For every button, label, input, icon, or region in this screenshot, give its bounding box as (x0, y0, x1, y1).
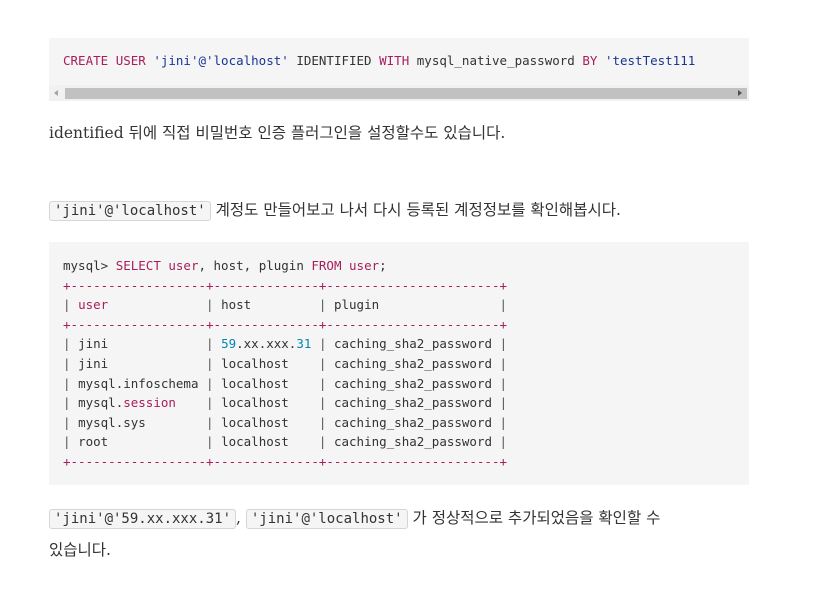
result-table: +------------------+--------------+-----… (63, 278, 507, 469)
table-pipe: | (63, 434, 79, 450)
table-cell: localhost (221, 434, 319, 450)
table-cell: mysql. (78, 395, 124, 411)
paragraph: 'jini'@'localhost' 계정도 만들어보고 나서 다시 등록된 계… (49, 198, 621, 221)
paragraph-text: 계정도 만들어보고 나서 다시 등록된 계정정보를 확인해봅시다. (210, 201, 621, 219)
table-pipe: | (63, 336, 79, 352)
keyword-plain: IDENTIFIED (296, 53, 372, 68)
table-pipe: | (63, 414, 79, 430)
table-pipe: | (318, 355, 334, 371)
table-cell: mysql.infoschema (78, 375, 206, 391)
table-pipe: | (318, 336, 334, 352)
table-row: | jini | localhost | caching_sha2_passwo… (63, 356, 507, 371)
table-pipe: | (206, 336, 222, 352)
table-row: | mysql.sys | localhost | caching_sha2_p… (63, 415, 507, 430)
number: 31 (296, 336, 312, 352)
table-cell: caching_sha2_password (333, 375, 500, 391)
table-cell: caching_sha2_password (333, 355, 500, 371)
table-pipe: | (63, 395, 79, 411)
table-header-row: | user | host | plugin | (63, 297, 507, 312)
table-header-cell: user (78, 297, 206, 313)
table-row: | root | localhost | caching_sha2_passwo… (63, 434, 507, 449)
table-cell: caching_sha2_password (333, 414, 500, 430)
table-cell: localhost (221, 395, 319, 411)
table-cell: caching_sha2_password (334, 336, 500, 352)
table-cell: caching_sha2_password (333, 395, 500, 411)
table-pipe: | (63, 375, 79, 391)
table-pipe: | (206, 434, 222, 450)
string: 'jini'@'localhost' (153, 53, 289, 68)
inline-code: 'jini'@'localhost' (49, 201, 211, 221)
table-pipe: | (499, 395, 508, 411)
table-cell: localhost (221, 355, 319, 371)
table-cell: session (123, 395, 207, 411)
table-row: | mysql.infoschema | localhost | caching… (63, 376, 507, 391)
code-content: mysql> SELECT user, host, plugin FROM us… (63, 256, 507, 472)
table-pipe: | (499, 297, 508, 313)
scrollbar-thumb[interactable] (65, 88, 747, 99)
prompt: mysql> (63, 258, 116, 273)
horizontal-scrollbar[interactable] (49, 85, 749, 101)
table-header-cell: plugin (333, 297, 500, 313)
table-header-cell: host (221, 297, 319, 313)
table-pipe: | (318, 414, 334, 430)
table-border: +------------------+--------------+-----… (63, 453, 508, 469)
keyword: user (349, 258, 380, 273)
code-text: , host, plugin (198, 258, 312, 273)
table-cell: localhost (221, 375, 319, 391)
table-pipe: | (318, 297, 334, 313)
scroll-right-icon[interactable] (738, 90, 742, 96)
table-cell: jini (78, 355, 206, 371)
inline-code: 'jini'@'59.xx.xxx.31' (49, 509, 237, 529)
table-row: | jini | 59.xx.xxx.31 | caching_sha2_pas… (63, 336, 507, 351)
table-pipe: | (499, 355, 508, 371)
table-cell: caching_sha2_password (333, 434, 500, 450)
table-pipe: | (499, 414, 508, 430)
table-pipe: | (63, 355, 79, 371)
string: 'testTest111 (604, 53, 696, 68)
table-cell: localhost (221, 414, 319, 430)
table-pipe: | (206, 395, 222, 411)
table-row: | mysql.session | localhost | caching_sh… (63, 395, 507, 410)
plugin-name: mysql_native_password (416, 53, 575, 68)
table-pipe: | (499, 375, 508, 391)
paragraph-text: 가 정상적으로 추가되었음을 확인할 수 (407, 509, 661, 527)
keyword: FROM (311, 258, 342, 273)
table-pipe: | (318, 434, 334, 450)
keyword: CREATE (63, 53, 109, 68)
table-pipe: | (206, 355, 222, 371)
paragraph: identified 뒤에 직접 비밀번호 인증 플러그인을 설정할수도 있습니… (49, 124, 506, 142)
keyword: BY (582, 53, 598, 68)
table-cell: mysql.sys (78, 414, 206, 430)
code-block-create-user: CREATE USER 'jini'@'localhost' IDENTIFIE… (49, 38, 749, 101)
table-pipe: | (318, 395, 334, 411)
keyword: SELECT (115, 258, 161, 273)
table-cell: root (78, 434, 206, 450)
number: 59 (221, 336, 237, 352)
table-pipe: | (499, 336, 508, 352)
table-cell: 59.xx.xxx.31 (221, 336, 312, 352)
table-border: +------------------+--------------+-----… (63, 316, 508, 332)
table-pipe: | (318, 375, 334, 391)
keyword: WITH (379, 53, 410, 68)
code-text: ; (379, 258, 387, 273)
code-block-select-users: mysql> SELECT user, host, plugin FROM us… (49, 242, 749, 485)
table-pipe: | (63, 297, 79, 313)
code-line: CREATE USER 'jini'@'localhost' IDENTIFIE… (63, 53, 695, 68)
table-pipe: | (499, 434, 508, 450)
table-pipe: | (206, 414, 222, 430)
table-border: +------------------+--------------+-----… (63, 277, 508, 293)
keyword: USER (115, 53, 146, 68)
inline-code: 'jini'@'localhost' (245, 509, 408, 529)
table-cell: jini (78, 336, 206, 352)
keyword: user (168, 258, 199, 273)
scroll-left-icon[interactable] (54, 90, 58, 96)
paragraph: 'jini'@'59.xx.xxx.31', 'jini'@'localhost… (49, 506, 661, 529)
table-pipe: | (206, 375, 222, 391)
separator: , (236, 509, 246, 527)
paragraph-continued: 있습니다. (49, 541, 111, 559)
table-pipe: | (206, 297, 222, 313)
